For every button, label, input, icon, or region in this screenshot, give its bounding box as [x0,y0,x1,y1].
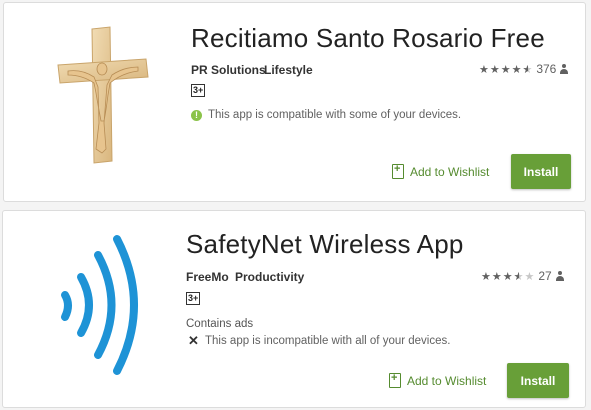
crucifix-icon[interactable] [52,25,152,165]
compatibility-notice: ! This app is compatible with some of yo… [191,109,461,121]
app-card-rosario[interactable]: Recitiamo Santo Rosario Free PR Solution… [3,2,586,202]
person-icon [559,64,569,74]
rating-stars: ★★★★★★ [479,63,534,76]
info-icon: ! [191,109,202,121]
rating: ★★★★★★ 376 [479,62,569,76]
category-link[interactable]: Productivity [235,270,304,284]
wishlist-label: Add to Wishlist [407,373,487,388]
developer-link[interactable]: PR Solutions [191,63,266,77]
close-icon: ✕ [188,333,199,348]
install-button[interactable]: Install [507,363,569,398]
compatibility-notice: ✕ This app is incompatible with all of y… [188,333,450,349]
install-button[interactable]: Install [511,154,571,189]
contains-ads-label: Contains ads [186,318,254,330]
wireless-signal-icon[interactable] [43,233,139,377]
app-card-safetynet[interactable]: SafetyNet Wireless App FreeMo Productivi… [2,210,586,408]
bookmark-add-icon [392,163,404,179]
rating: ★★★★★★ 27 [481,269,565,283]
rating-count: 27 [538,269,552,283]
add-to-wishlist-button[interactable]: Add to Wishlist [392,163,490,179]
category-link[interactable]: Lifestyle [264,63,313,77]
bookmark-add-icon [389,372,401,388]
app-title[interactable]: Recitiamo Santo Rosario Free [191,23,545,54]
wishlist-label: Add to Wishlist [410,164,490,179]
compatibility-text: This app is incompatible with all of you… [205,335,451,347]
content-rating-badge: 3+ [191,84,206,97]
rating-stars: ★★★★★★ [481,270,536,283]
person-icon [555,271,565,281]
add-to-wishlist-button[interactable]: Add to Wishlist [389,372,487,388]
app-title[interactable]: SafetyNet Wireless App [186,229,464,260]
content-rating-badge: 3+ [186,292,201,305]
developer-link[interactable]: FreeMo [186,270,229,284]
compatibility-text: This app is compatible with some of your… [208,109,462,121]
rating-count: 376 [536,62,557,76]
